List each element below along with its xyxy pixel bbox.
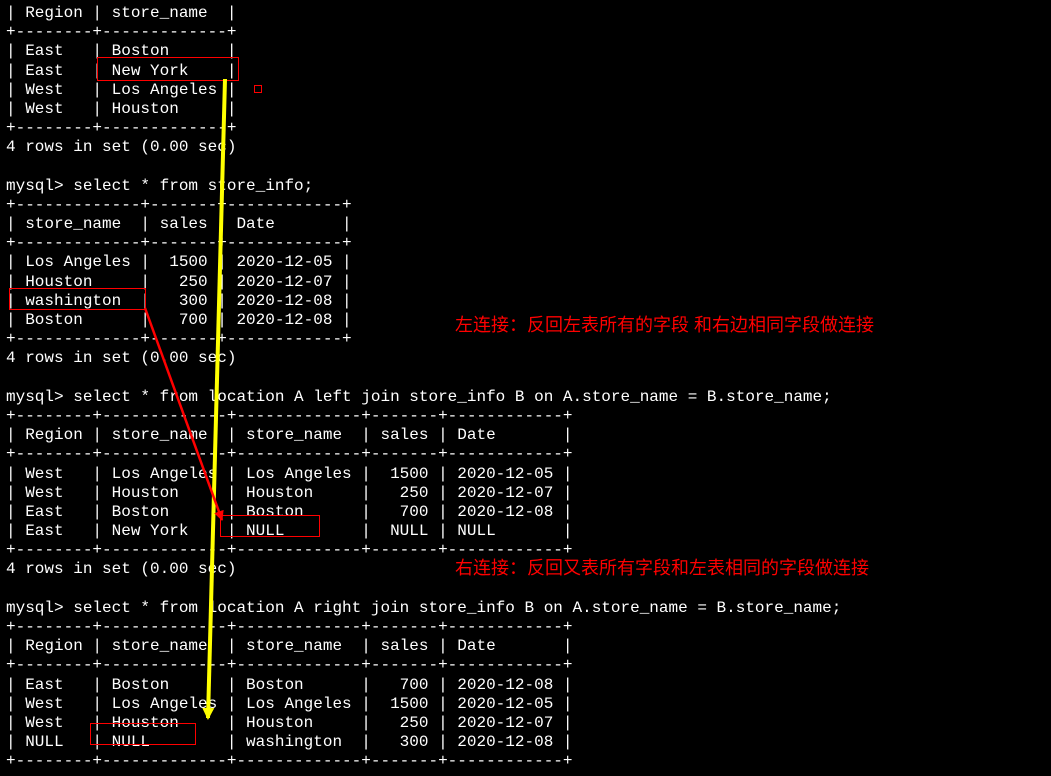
table1-sep: +--------+-------------+	[6, 23, 236, 41]
table2-sep: +-------------+-------+------------+	[6, 196, 352, 214]
table3-sep: +--------+-------------+-------------+--…	[6, 407, 573, 425]
table4-sep: +--------+-------------+-------------+--…	[6, 618, 573, 636]
table1-footer: 4 rows in set (0.00 sec)	[6, 138, 236, 156]
table4-sep: +--------+-------------+-------------+--…	[6, 656, 573, 674]
table2-row: | Houston | 250 | 2020-12-07 |	[6, 273, 352, 291]
table2-row: | washington | 300 | 2020-12-08 |	[6, 292, 352, 310]
table3-row: | East | Boston | Boston | 700 | 2020-12…	[6, 503, 573, 521]
table2-sep: +-------------+-------+------------+	[6, 234, 352, 252]
table1-row: | East | New York |	[6, 62, 236, 80]
table2-sep: +-------------+-------+------------+	[6, 330, 352, 348]
sql-query: mysql> select * from store_info;	[6, 177, 313, 195]
table2-row: | Los Angeles | 1500 | 2020-12-05 |	[6, 253, 352, 271]
table3-sep: +--------+-------------+-------------+--…	[6, 445, 573, 463]
table1-sep: +--------+-------------+	[6, 119, 236, 137]
table3-row: | East | New York | NULL | NULL | NULL |	[6, 522, 573, 540]
sql-query: mysql> select * from location A right jo…	[6, 599, 841, 617]
table1-header-row: | Region | store_name |	[6, 4, 236, 22]
table1-row: | West | Los Angeles |	[6, 81, 236, 99]
table3-row: | West | Los Angeles | Los Angeles | 150…	[6, 465, 573, 483]
table4-row: | West | Houston | Houston | 250 | 2020-…	[6, 714, 573, 732]
table3-sep: +--------+-------------+-------------+--…	[6, 541, 573, 559]
table2-footer: 4 rows in set (0.00 sec)	[6, 349, 236, 367]
sql-query: mysql> select * from location A left joi…	[6, 388, 832, 406]
table4-row: | East | Boston | Boston | 700 | 2020-12…	[6, 676, 573, 694]
table4-sep: +--------+-------------+-------------+--…	[6, 752, 573, 770]
table2-row: | Boston | 700 | 2020-12-08 |	[6, 311, 352, 329]
table4-row: | NULL | NULL | washington | 300 | 2020-…	[6, 733, 573, 751]
table4-header-row: | Region | store_name | store_name | sal…	[6, 637, 573, 655]
table4-row: | West | Los Angeles | Los Angeles | 150…	[6, 695, 573, 713]
terminal-output: | Region | store_name | +--------+------…	[0, 0, 1051, 776]
table2-header-row: | store_name | sales | Date |	[6, 215, 352, 233]
table3-footer: 4 rows in set (0.00 sec)	[6, 560, 236, 578]
table1-row: | East | Boston |	[6, 42, 236, 60]
table1-row: | West | Houston |	[6, 100, 236, 118]
annotation-right-join: 右连接：反回又表所有字段和左表相同的字段做连接	[455, 558, 869, 580]
table3-row: | West | Houston | Houston | 250 | 2020-…	[6, 484, 573, 502]
table3-header-row: | Region | store_name | store_name | sal…	[6, 426, 573, 444]
annotation-left-join: 左连接：反回左表所有的字段 和右边相同字段做连接	[455, 315, 874, 337]
